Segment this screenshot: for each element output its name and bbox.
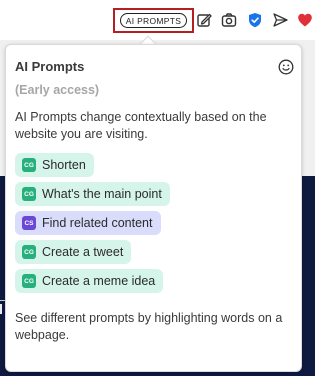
prompt-create-meme[interactable]: CG Create a meme idea [15, 269, 164, 293]
page-edge-mark [0, 304, 4, 314]
ai-prompts-pill: AI PROMPTS [120, 13, 187, 28]
popup-footer-hint: See different prompts by highlighting wo… [15, 311, 283, 342]
prompt-badge: CG [22, 187, 36, 201]
prompt-label: Create a meme idea [42, 274, 156, 288]
ai-prompts-button[interactable]: AI PROMPTS [113, 8, 194, 33]
popup-title: AI Prompts [15, 59, 85, 74]
send-icon[interactable] [272, 12, 288, 28]
prompt-main-point[interactable]: CG What's the main point [15, 182, 170, 206]
prompt-shorten[interactable]: CG Shorten [15, 153, 94, 177]
browser-toolbar: AI PROMPTS [0, 0, 315, 40]
prompt-label: Find related content [42, 216, 153, 230]
prompt-label: Shorten [42, 158, 86, 172]
prompt-find-related[interactable]: CS Find related content [15, 211, 161, 235]
smiley-icon[interactable] [278, 59, 294, 75]
prompt-badge: CG [22, 274, 36, 288]
edit-icon[interactable] [196, 12, 212, 28]
ai-prompts-popup: AI Prompts (Early access) AI Prompts cha… [5, 44, 302, 372]
screen: AI PROMPTS AI Prompts (Early access) AI … [0, 0, 315, 376]
heart-icon[interactable] [297, 12, 313, 28]
prompt-label: Create a tweet [42, 245, 124, 259]
popup-description: AI Prompts change contextually based on … [15, 110, 267, 141]
prompt-label: What's the main point [42, 187, 162, 201]
prompt-create-tweet[interactable]: CG Create a tweet [15, 240, 132, 264]
ai-prompts-label: AI PROMPTS [125, 15, 182, 26]
prompt-badge: CS [22, 216, 36, 230]
early-access-label: (Early access) [15, 83, 100, 97]
camera-icon[interactable] [221, 12, 237, 28]
prompt-badge: CG [22, 158, 36, 172]
prompt-badge: CG [22, 245, 36, 259]
shield-check-icon[interactable] [247, 12, 263, 28]
